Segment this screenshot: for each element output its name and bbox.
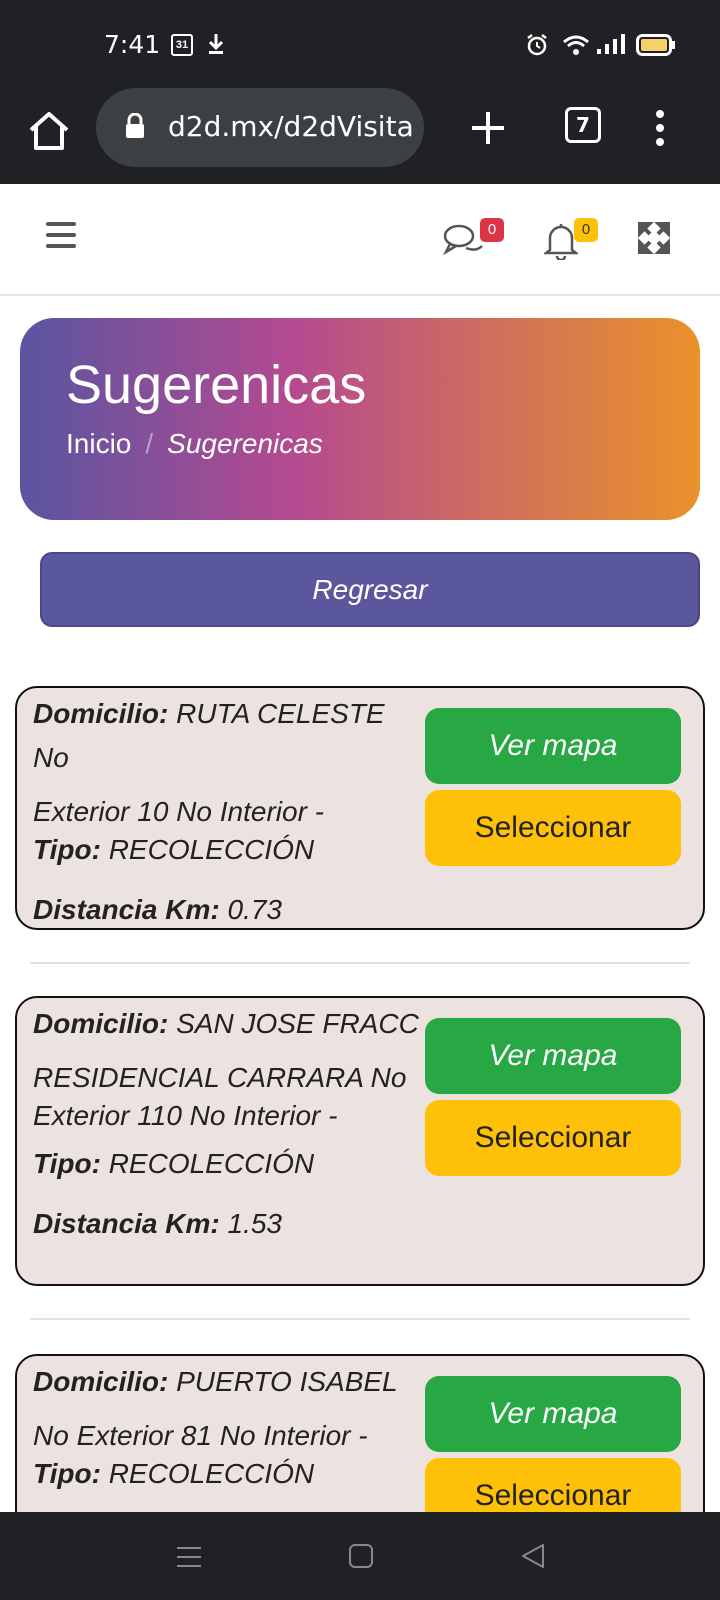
download-icon — [208, 34, 224, 54]
tipo-value: RECOLECCIÓN — [108, 1458, 315, 1489]
status-bar: 7:41 31 — [0, 0, 720, 88]
domicilio-label: Domicilio: — [33, 1366, 169, 1397]
view-map-button[interactable]: Ver mapa — [425, 1018, 681, 1094]
distancia-label: Distancia Km: — [33, 1208, 220, 1239]
view-map-button[interactable]: Ver mapa — [425, 708, 681, 784]
calendar-icon: 31 — [171, 34, 193, 56]
more-options-icon[interactable] — [650, 106, 670, 150]
address-line: SAN JOSE FRACC — [176, 1008, 419, 1039]
suggestion-card: Domicilio: SAN JOSE FRACC RESIDENCIAL CA… — [15, 996, 705, 1286]
nav-home-icon[interactable] — [348, 1542, 374, 1570]
select-button[interactable]: Seleccionar — [425, 790, 681, 866]
alarm-icon — [527, 34, 547, 56]
domicilio-label: Domicilio: — [33, 698, 169, 729]
page-title: Sugerenicas — [66, 355, 367, 415]
chat-badge: 0 — [480, 218, 504, 242]
recent-apps-icon[interactable] — [176, 1544, 202, 1570]
wifi-icon — [563, 35, 589, 55]
distancia-value: 0.73 — [227, 894, 283, 925]
browser-toolbar: d2d.mx/d2dVisita 7 — [0, 88, 720, 184]
card-info: Domicilio: SAN JOSE FRACC RESIDENCIAL CA… — [33, 1002, 423, 1246]
card-info: Domicilio: RUTA CELESTE No Exterior 10 N… — [33, 692, 423, 932]
system-nav-bar — [0, 1512, 720, 1600]
card-info: Domicilio: PUERTO ISABEL No Exterior 81 … — [33, 1360, 423, 1496]
tipo-value: RECOLECCIÓN — [108, 834, 315, 865]
page-banner: Sugerenicas Inicio / Sugerenicas — [20, 318, 700, 520]
breadcrumb-current: Sugerenicas — [167, 428, 323, 459]
url-text: d2d.mx/d2dVisita — [168, 110, 414, 143]
tipo-label: Tipo: — [33, 1458, 101, 1489]
breadcrumb-separator: / — [145, 428, 154, 459]
address-bar[interactable]: d2d.mx/d2dVisita — [96, 88, 424, 167]
suggestion-card: Domicilio: RUTA CELESTE No Exterior 10 N… — [15, 686, 705, 930]
nav-back-icon[interactable] — [520, 1542, 546, 1570]
tipo-label: Tipo: — [33, 834, 101, 865]
breadcrumb-home[interactable]: Inicio — [66, 428, 131, 459]
divider — [30, 1318, 690, 1320]
view-map-button[interactable]: Ver mapa — [425, 1376, 681, 1452]
tipo-label: Tipo: — [33, 1148, 101, 1179]
distancia-value: 1.53 — [227, 1208, 283, 1239]
breadcrumb: Inicio / Sugerenicas — [66, 428, 323, 460]
status-time: 7:41 — [104, 30, 161, 59]
back-button[interactable]: Regresar — [40, 552, 700, 627]
domicilio-label: Domicilio: — [33, 1008, 169, 1039]
battery-icon — [636, 34, 675, 56]
signal-icon — [597, 34, 625, 54]
new-tab-icon[interactable] — [466, 106, 510, 150]
address-line: PUERTO ISABEL — [176, 1366, 398, 1397]
home-icon[interactable] — [24, 106, 74, 156]
select-button[interactable]: Seleccionar — [425, 1100, 681, 1176]
fullscreen-icon[interactable] — [638, 222, 670, 254]
tipo-value: RECOLECCIÓN — [108, 1148, 315, 1179]
bell-icon[interactable] — [544, 220, 578, 260]
divider — [30, 962, 690, 964]
bell-badge: 0 — [574, 218, 598, 242]
distancia-label: Distancia Km: — [33, 894, 220, 925]
lock-icon — [126, 113, 144, 138]
menu-icon[interactable] — [46, 222, 76, 248]
tab-switcher-button[interactable]: 7 — [565, 107, 601, 143]
app-header: 0 0 — [0, 184, 720, 296]
